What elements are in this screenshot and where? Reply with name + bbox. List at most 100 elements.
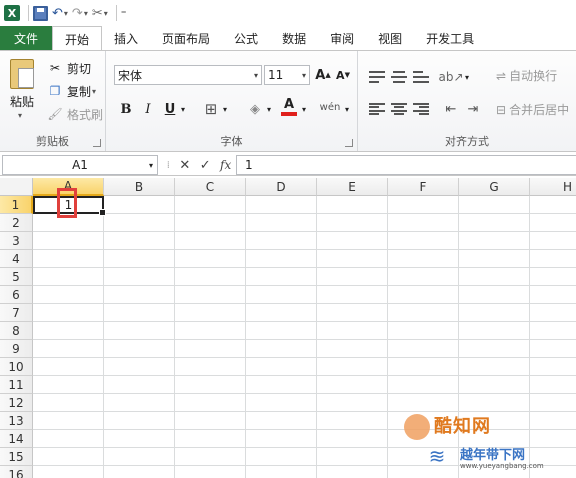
merge-center-button[interactable]: ⊟ 合并后居中 <box>496 101 569 118</box>
row-header-5[interactable]: 5 <box>0 268 33 286</box>
tab-page-layout[interactable]: 页面布局 <box>150 26 222 50</box>
gridline-horizontal <box>33 285 576 286</box>
tab-data[interactable]: 数据 <box>270 26 318 50</box>
chevron-down-icon[interactable]: ▾ <box>178 99 188 119</box>
tab-file[interactable]: 文件 <box>0 26 52 50</box>
column-header-g[interactable]: G <box>459 178 530 196</box>
align-top-icon[interactable] <box>368 69 386 85</box>
align-left-icon[interactable] <box>368 101 386 117</box>
formula-buttons: ⁞ ✕ ✓ fx <box>162 155 236 175</box>
wrap-text-label: 自动换行 <box>509 69 558 83</box>
align-center-icon[interactable] <box>390 101 408 117</box>
row-header-12[interactable]: 12 <box>0 394 33 412</box>
formula-bar-grip-icon: ⁞ <box>166 159 170 171</box>
watermark-brand: 酷知网 <box>434 416 491 437</box>
enter-check-icon[interactable]: ✓ <box>200 158 211 173</box>
row-header-9[interactable]: 9 <box>0 340 33 358</box>
copy-button[interactable]: ❐ 复制 ▾ <box>48 82 96 100</box>
chevron-down-icon[interactable]: ▾ <box>264 99 274 119</box>
phonetic-guide-button[interactable]: wén <box>318 97 342 117</box>
font-name-select[interactable]: 宋体 ▾ <box>114 65 262 85</box>
row-header-15[interactable]: 15 <box>0 448 33 466</box>
qat-separator <box>115 5 117 21</box>
annotation-highlight-box <box>57 188 77 218</box>
tab-formulas[interactable]: 公式 <box>222 26 270 50</box>
name-box[interactable]: A1 ▾ <box>2 155 158 175</box>
format-painter-button[interactable]: 🖌 格式刷 <box>47 105 103 123</box>
row-header-3[interactable]: 3 <box>0 232 33 250</box>
chevron-down-icon[interactable]: ▾ <box>342 99 352 119</box>
formula-bar: A1 ▾ ⁞ ✕ ✓ fx 1 <box>0 154 576 176</box>
column-header-d[interactable]: D <box>246 178 317 196</box>
column-header-f[interactable]: F <box>388 178 459 196</box>
excel-app-icon[interactable]: X <box>4 4 20 22</box>
tab-home[interactable]: 开始 <box>52 26 103 51</box>
row-header-11[interactable]: 11 <box>0 376 33 394</box>
row-header-16[interactable]: 16 <box>0 466 33 478</box>
column-header-e[interactable]: E <box>317 178 388 196</box>
gridline-horizontal <box>33 339 576 340</box>
font-color-letter: A <box>283 97 295 112</box>
row-header-7[interactable]: 7 <box>0 304 33 322</box>
align-bottom-icon[interactable] <box>412 69 430 85</box>
tab-developer[interactable]: 开发工具 <box>414 26 486 50</box>
font-color-button[interactable]: A <box>280 97 298 117</box>
row-header-6[interactable]: 6 <box>0 286 33 304</box>
alignment-group: ab↗ ▾ ⇌ 自动换行 ⇤ ⇥ ⊟ 合并后居中 对齐方式 <box>358 51 576 151</box>
dialog-launcher-icon[interactable] <box>93 139 101 147</box>
select-all-corner[interactable] <box>0 178 33 196</box>
align-middle-icon[interactable] <box>390 69 408 85</box>
shrink-font-icon[interactable]: A ▼ <box>334 65 352 85</box>
row-header-2[interactable]: 2 <box>0 214 33 232</box>
chevron-down-icon[interactable]: ▾ <box>149 161 153 170</box>
chevron-down-icon[interactable]: ▾ <box>299 99 309 119</box>
column-header-h[interactable]: H <box>530 178 576 196</box>
formula-input[interactable]: 1 <box>236 155 576 175</box>
tab-view[interactable]: 视图 <box>366 26 414 50</box>
gridline-horizontal <box>33 303 576 304</box>
wrap-text-button[interactable]: ⇌ 自动换行 <box>496 67 557 84</box>
gridline-horizontal <box>33 231 576 232</box>
font-name-value: 宋体 <box>118 68 143 83</box>
spreadsheet-grid[interactable]: ABCDEFGH 1 2 3 4 5 6 7 8 9 10 11 12 13 14 15 16 1 酷知网 ≋… <box>0 178 576 478</box>
insert-function-icon[interactable]: fx <box>220 158 231 172</box>
paste-button[interactable]: 粘贴 <box>10 93 34 110</box>
chevron-down-icon[interactable]: ▾ <box>462 67 472 87</box>
customize-qat-icon[interactable]: ⁼ <box>121 4 127 22</box>
row-header-10[interactable]: 10 <box>0 358 33 376</box>
tab-insert[interactable]: 插入 <box>102 26 150 50</box>
save-icon[interactable] <box>33 4 48 22</box>
undo-icon[interactable]: ↶ ▾ <box>52 4 68 22</box>
chevron-down-icon[interactable]: ▾ <box>220 99 230 119</box>
redo-icon[interactable]: ↷ ▾ <box>72 4 88 22</box>
row-header-8[interactable]: 8 <box>0 322 33 340</box>
row-header-1[interactable]: 1 <box>0 196 33 214</box>
underline-button[interactable]: U <box>162 99 178 119</box>
borders-icon[interactable]: ⊞ <box>202 99 220 119</box>
fill-color-icon[interactable]: ◈ <box>246 99 264 119</box>
watermark-logo-icon <box>404 414 430 440</box>
tools-icon[interactable]: ✂ ▾ <box>92 4 108 22</box>
dialog-launcher-icon[interactable] <box>345 139 353 147</box>
increase-indent-icon[interactable]: ⇥ <box>464 99 482 119</box>
gridline-horizontal <box>33 429 576 430</box>
row-header-4[interactable]: 4 <box>0 250 33 268</box>
grow-font-icon[interactable]: A ▲ <box>314 65 332 85</box>
cut-button[interactable]: ✂ 剪切 <box>48 59 91 77</box>
italic-button[interactable]: I <box>140 99 156 119</box>
font-size-select[interactable]: 11 ▾ <box>264 65 310 85</box>
cancel-icon[interactable]: ✕ <box>179 158 190 173</box>
tab-review[interactable]: 审阅 <box>318 26 366 50</box>
orientation-icon[interactable]: ab↗ <box>438 67 463 87</box>
align-right-icon[interactable] <box>412 101 430 117</box>
cut-label: 剪切 <box>67 61 92 76</box>
wrap-text-icon: ⇌ <box>496 68 507 83</box>
column-header-c[interactable]: C <box>175 178 246 196</box>
row-header-14[interactable]: 14 <box>0 430 33 448</box>
decrease-indent-icon[interactable]: ⇤ <box>442 99 460 119</box>
paste-icon[interactable] <box>10 59 34 89</box>
bold-button[interactable]: B <box>118 99 134 119</box>
chevron-down-icon[interactable]: ▾ <box>18 111 22 120</box>
row-header-13[interactable]: 13 <box>0 412 33 430</box>
column-header-b[interactable]: B <box>104 178 175 196</box>
